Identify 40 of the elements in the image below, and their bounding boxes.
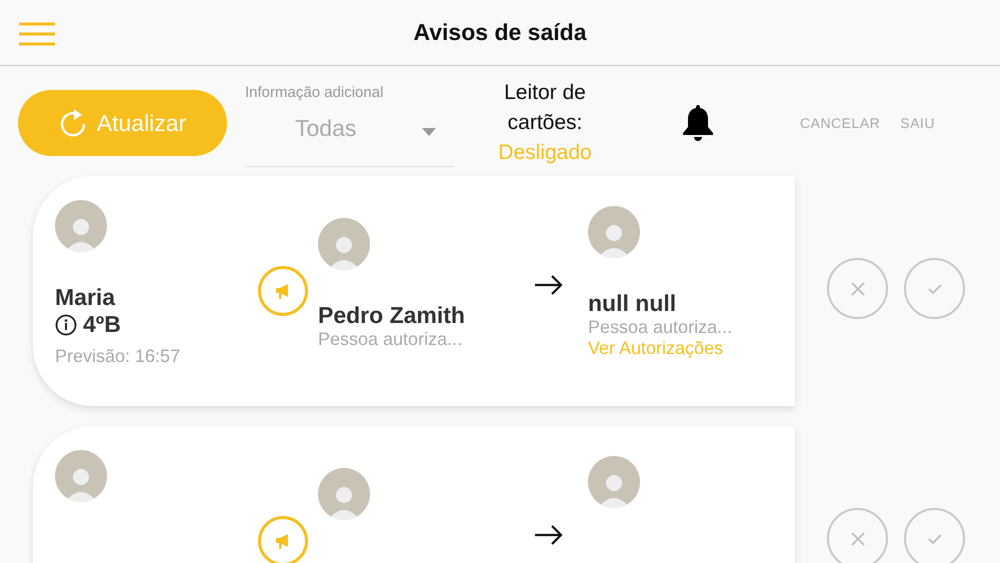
authorizations-link[interactable]: Ver Autorizações — [588, 338, 764, 359]
filter-label: Informação adicional — [245, 84, 384, 100]
menu-icon[interactable] — [19, 22, 55, 46]
class-label: 4ºB — [83, 311, 121, 338]
avatar-placeholder — [318, 468, 370, 520]
action-button[interactable]: SAIU — [900, 115, 935, 131]
card-reader-label: Leitor de cartões: — [503, 80, 587, 136]
page-title: Avisos de saída — [413, 19, 586, 46]
forecast-time: Previsão: 16:57 — [55, 346, 182, 367]
filter-dropdown[interactable]: Informação adicional Todas — [245, 80, 454, 166]
info-icon[interactable] — [55, 314, 77, 336]
avatar-placeholder — [55, 200, 107, 252]
recipient-role: Pessoa autoriza... — [588, 317, 734, 338]
megaphone-icon[interactable] — [258, 266, 308, 316]
cancel-button[interactable] — [827, 258, 888, 319]
avatar-placeholder — [55, 450, 107, 502]
filter-value: Todas — [295, 114, 356, 142]
check-icon — [928, 532, 942, 544]
avatar-placeholder — [588, 456, 640, 508]
recipient-name: null null — [588, 290, 678, 317]
close-icon — [850, 282, 864, 296]
confirm-button[interactable] — [904, 508, 965, 563]
cancel-button[interactable] — [827, 508, 888, 563]
bell-icon[interactable] — [682, 104, 714, 142]
refresh-icon — [58, 108, 87, 138]
authorizer-name: Pedro Zamith — [318, 302, 466, 329]
arrow-icon — [534, 524, 564, 546]
caret-icon — [422, 128, 436, 136]
refresh-button[interactable]: Atualizar — [18, 90, 227, 156]
megaphone-icon[interactable] — [258, 516, 308, 563]
close-icon — [850, 532, 864, 546]
confirm-button[interactable] — [904, 258, 965, 319]
avatar-placeholder — [318, 218, 370, 270]
card-reader-status: Desligado — [498, 140, 592, 166]
avatar-placeholder — [588, 206, 640, 258]
action-button[interactable]: CANCELAR — [800, 115, 880, 131]
authorizer-role: Pessoa autoriza... — [318, 329, 464, 350]
arrow-icon — [534, 274, 564, 296]
check-icon — [928, 282, 942, 294]
student-name: Maria — [55, 284, 116, 311]
